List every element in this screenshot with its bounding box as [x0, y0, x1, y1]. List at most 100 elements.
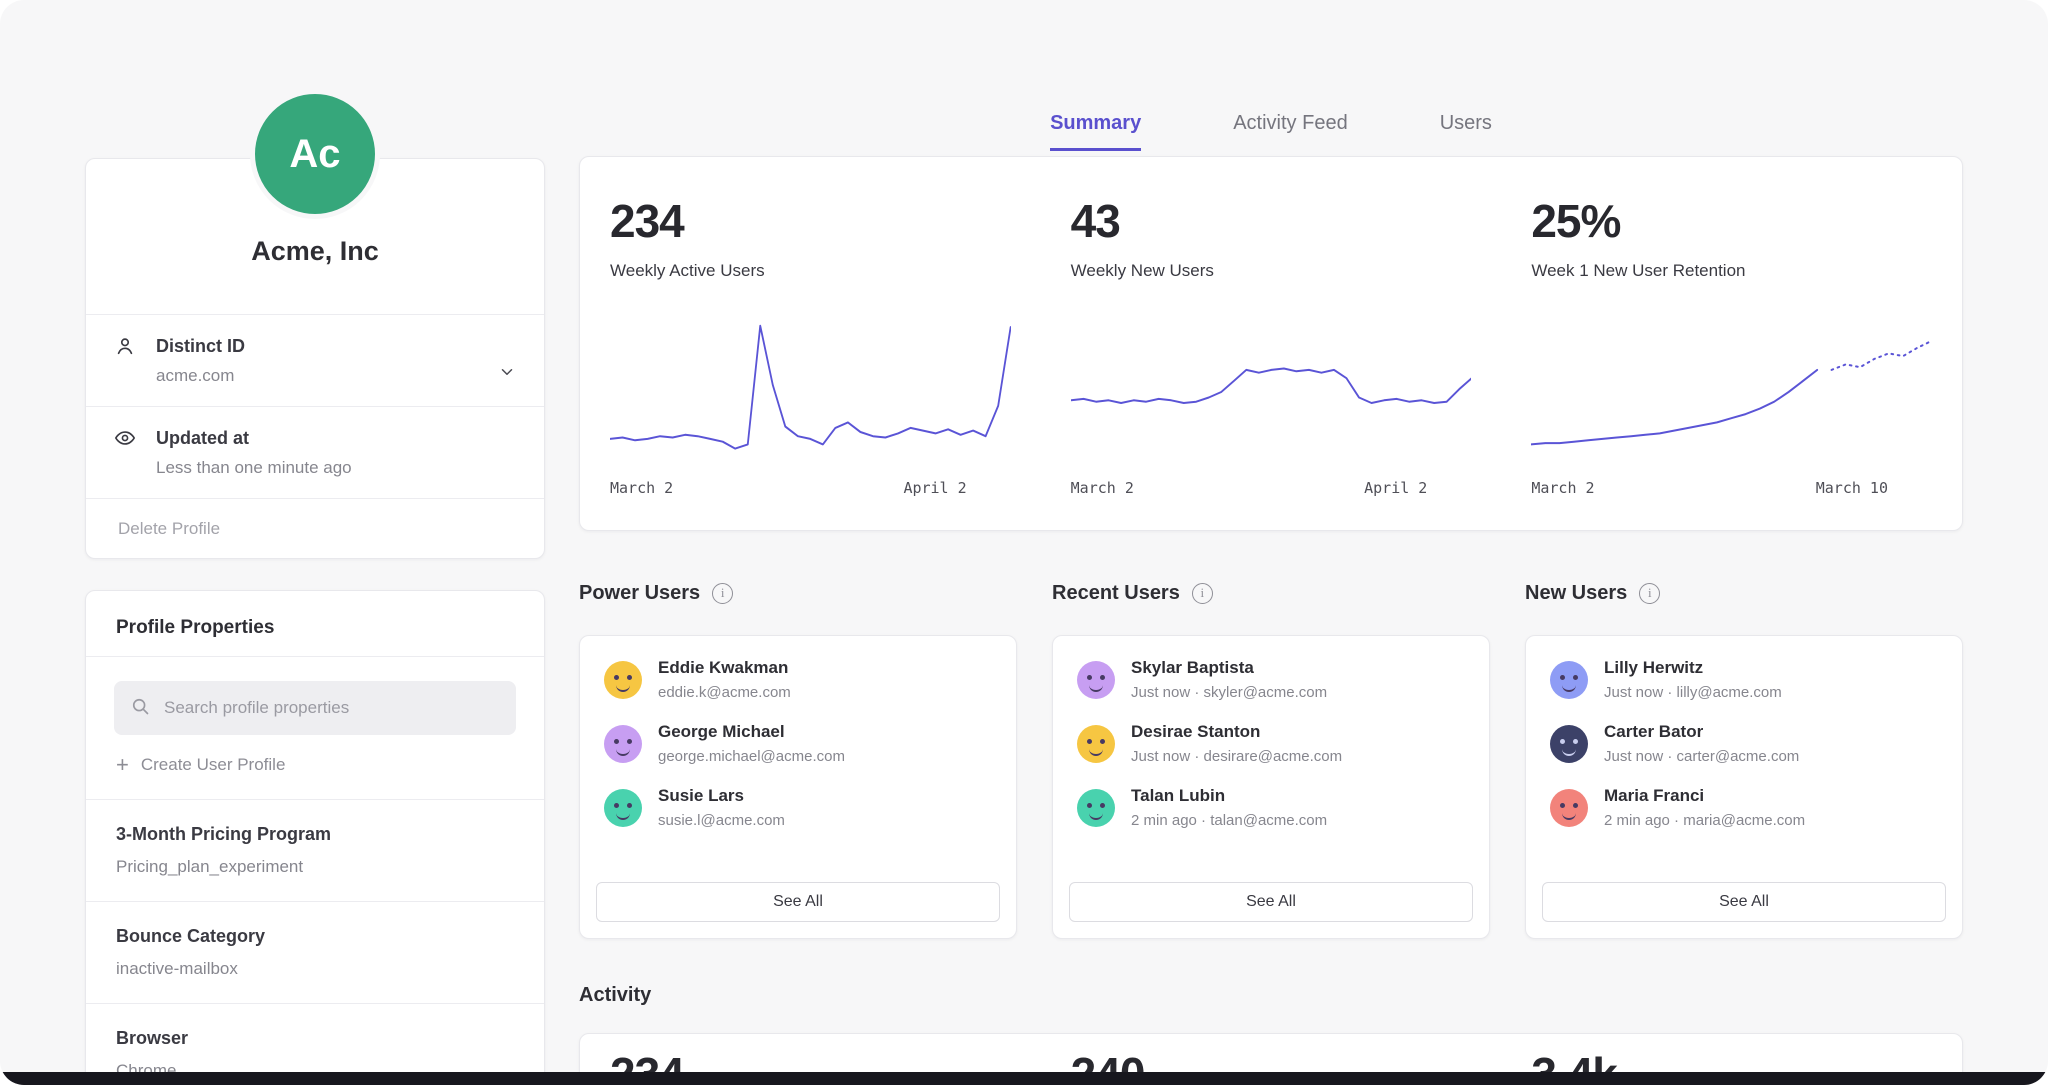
see-all-button[interactable]: See All — [596, 882, 1000, 922]
x-tick: March 2 — [1071, 479, 1134, 497]
search-input[interactable] — [162, 697, 500, 719]
metric-weekly-new-users: 43 Weekly New Users March 2 April 2 — [1041, 197, 1502, 530]
user-name: George Michael — [658, 722, 845, 742]
weekly-new-users-chart[interactable] — [1071, 317, 1472, 467]
power-users-title: Power Users — [579, 581, 700, 605]
user-section-headers: Power Users i Recent Users i New Users i — [579, 581, 1963, 605]
chart-x-ticks: March 2 April 2 — [1071, 479, 1472, 497]
window-bottom-edge — [0, 1072, 2048, 1085]
user-name: Eddie Kwakman — [658, 658, 791, 678]
app-window: Ac Acme, Inc Distinct ID acme.com — [0, 0, 2048, 1085]
power-users-header: Power Users i — [579, 581, 1017, 605]
user-list-item[interactable]: Lilly Herwitz Just now · lilly@acme.com — [1542, 648, 1946, 712]
chevron-down-icon[interactable] — [498, 363, 516, 386]
delete-profile-button[interactable]: Delete Profile — [86, 499, 544, 559]
user-name: Maria Franci — [1604, 786, 1805, 806]
user-avatar — [1550, 661, 1588, 699]
summary-metrics-card: 234 Weekly Active Users March 2 April 2 … — [579, 156, 1963, 531]
see-all-button[interactable]: See All — [1542, 882, 1946, 922]
user-avatar — [1077, 661, 1115, 699]
activity-section-title: Activity — [579, 983, 1963, 1007]
user-subtext: 2 min ago · talan@acme.com — [1131, 812, 1327, 830]
user-text: George Michael george.michael@acme.com — [658, 722, 845, 766]
new-users-card: Lilly Herwitz Just now · lilly@acme.com … — [1525, 635, 1963, 939]
user-list-item[interactable]: Talan Lubin 2 min ago · talan@acme.com — [1069, 776, 1473, 840]
user-list-item[interactable]: Susie Lars susie.l@acme.com — [596, 776, 1000, 840]
x-tick: April 2 — [1364, 479, 1427, 497]
see-all-button[interactable]: See All — [1069, 882, 1473, 922]
user-text: Eddie Kwakman eddie.k@acme.com — [658, 658, 791, 702]
info-icon[interactable]: i — [1639, 583, 1660, 604]
profile-properties-title: Profile Properties — [86, 591, 544, 656]
user-text: Carter Bator Just now · carter@acme.com — [1604, 722, 1799, 766]
company-avatar-initials: Ac — [289, 132, 340, 177]
tab-activity-feed[interactable]: Activity Feed — [1233, 112, 1347, 151]
power-users-card: Eddie Kwakman eddie.k@acme.com George Mi… — [579, 635, 1017, 939]
user-avatar — [1550, 789, 1588, 827]
tab-bar: Summary Activity Feed Users — [579, 112, 1963, 151]
user-list-item[interactable]: Desirae Stanton Just now · desirare@acme… — [1069, 712, 1473, 776]
new-users-title: New Users — [1525, 581, 1627, 605]
user-list-item[interactable]: Carter Bator Just now · carter@acme.com — [1542, 712, 1946, 776]
metric-label: Weekly Active Users — [610, 261, 1011, 281]
user-text: Desirae Stanton Just now · desirare@acme… — [1131, 722, 1342, 766]
info-icon[interactable]: i — [712, 583, 733, 604]
week1-retention-chart[interactable] — [1531, 317, 1932, 467]
profile-properties-card: Profile Properties + Create User Profile… — [85, 590, 545, 1085]
distinct-id-label: Distinct ID — [156, 335, 245, 357]
recent-users-title: Recent Users — [1052, 581, 1180, 605]
user-list-item[interactable]: Eddie Kwakman eddie.k@acme.com — [596, 648, 1000, 712]
user-subtext: Just now · desirare@acme.com — [1131, 748, 1342, 766]
user-text: Maria Franci 2 min ago · maria@acme.com — [1604, 786, 1805, 830]
metric-label: Week 1 New User Retention — [1531, 261, 1932, 281]
user-subtext: Just now · lilly@acme.com — [1604, 684, 1782, 702]
user-subtext: Just now · carter@acme.com — [1604, 748, 1799, 766]
distinct-id-row[interactable]: Distinct ID acme.com — [86, 315, 544, 406]
chart-x-ticks: March 2 April 2 — [610, 479, 1011, 497]
metric-value: 25% — [1531, 197, 1932, 245]
property-row[interactable]: 3-Month Pricing Program Pricing_plan_exp… — [86, 800, 544, 901]
user-subtext: george.michael@acme.com — [658, 748, 845, 766]
info-icon[interactable]: i — [1192, 583, 1213, 604]
metric-label: Weekly New Users — [1071, 261, 1472, 281]
user-text: Susie Lars susie.l@acme.com — [658, 786, 785, 830]
property-value: inactive-mailbox — [116, 959, 514, 979]
user-list-item[interactable]: Skylar Baptista Just now · skyler@acme.c… — [1069, 648, 1473, 712]
create-user-profile-label: Create User Profile — [141, 755, 286, 775]
new-users-header: New Users i — [1525, 581, 1963, 605]
user-name: Desirae Stanton — [1131, 722, 1342, 742]
user-list-item[interactable]: Maria Franci 2 min ago · maria@acme.com — [1542, 776, 1946, 840]
person-icon — [114, 335, 138, 362]
main-content: Summary Activity Feed Users 234 Weekly A… — [579, 0, 1963, 1085]
user-text: Lilly Herwitz Just now · lilly@acme.com — [1604, 658, 1782, 702]
x-tick: March 2 — [610, 479, 673, 497]
property-row[interactable]: Bounce Category inactive-mailbox — [86, 902, 544, 1003]
user-subtext: eddie.k@acme.com — [658, 684, 791, 702]
metric-value: 43 — [1071, 197, 1472, 245]
user-list-item[interactable]: George Michael george.michael@acme.com — [596, 712, 1000, 776]
metric-week1-retention: 25% Week 1 New User Retention March 2 Ma… — [1501, 197, 1962, 530]
user-text: Talan Lubin 2 min ago · talan@acme.com — [1131, 786, 1327, 830]
user-avatar — [1550, 725, 1588, 763]
profile-properties-search[interactable] — [114, 681, 516, 735]
user-avatar — [604, 725, 642, 763]
property-name: Browser — [116, 1028, 514, 1049]
user-subtext: Just now · skyler@acme.com — [1131, 684, 1327, 702]
search-icon — [130, 696, 150, 721]
property-name: 3-Month Pricing Program — [116, 824, 514, 845]
metric-weekly-active-users: 234 Weekly Active Users March 2 April 2 — [580, 197, 1041, 530]
user-section-cards: Eddie Kwakman eddie.k@acme.com George Mi… — [579, 605, 1963, 939]
create-user-profile-button[interactable]: + Create User Profile — [86, 735, 544, 799]
updated-at-text: Updated at Less than one minute ago — [156, 427, 352, 478]
weekly-active-users-chart[interactable] — [610, 317, 1011, 467]
x-tick: March 10 — [1816, 479, 1888, 497]
distinct-id-text: Distinct ID acme.com — [156, 335, 245, 386]
updated-at-value: Less than one minute ago — [156, 458, 352, 478]
user-avatar — [604, 661, 642, 699]
distinct-id-value: acme.com — [156, 366, 245, 386]
tab-users[interactable]: Users — [1440, 112, 1492, 151]
user-name: Carter Bator — [1604, 722, 1799, 742]
user-name: Susie Lars — [658, 786, 785, 806]
user-name: Talan Lubin — [1131, 786, 1327, 806]
tab-summary[interactable]: Summary — [1050, 112, 1141, 151]
